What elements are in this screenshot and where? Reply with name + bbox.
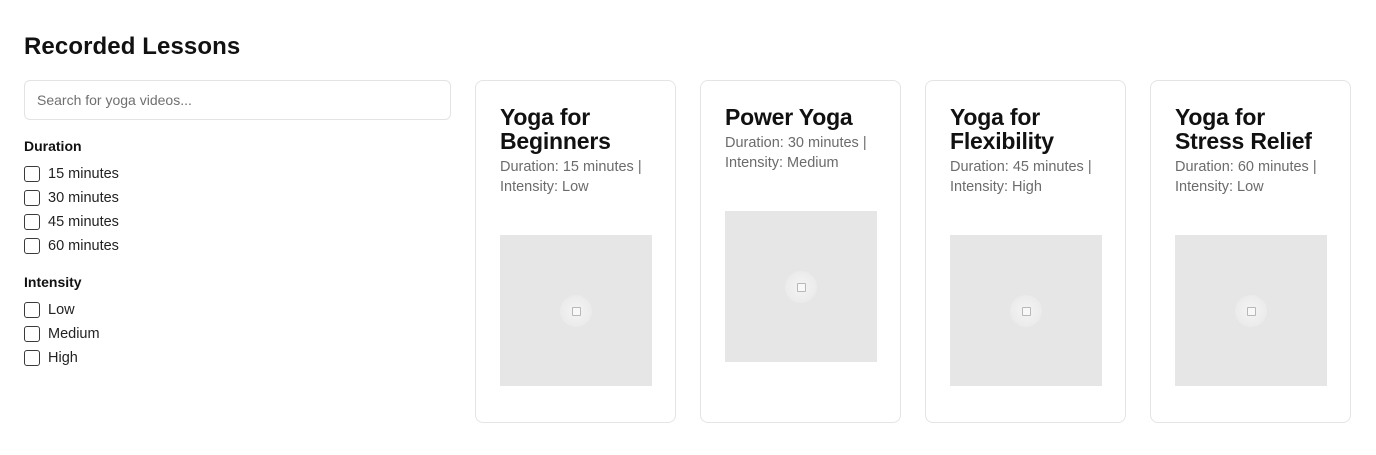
- lesson-meta: Duration: 60 minutes | Intensity: Low: [1175, 159, 1317, 195]
- search-input[interactable]: [24, 80, 451, 120]
- lesson-card[interactable]: Yoga for Flexibility Duration: 45 minute…: [925, 80, 1126, 423]
- duration-option-label: 60 minutes: [48, 238, 119, 254]
- image-placeholder-icon: [1235, 294, 1267, 327]
- duration-option-label: 30 minutes: [48, 190, 119, 206]
- lesson-meta: Duration: 30 minutes | Intensity: Medium: [725, 135, 867, 171]
- intensity-medium-checkbox[interactable]: [24, 326, 40, 342]
- duration-option-60[interactable]: 60 minutes: [24, 234, 451, 258]
- lesson-thumbnail[interactable]: [725, 211, 877, 362]
- lesson-thumbnail[interactable]: [1175, 235, 1327, 386]
- lesson-meta: Duration: 15 minutes | Intensity: Low: [500, 159, 642, 195]
- duration-option-label: 45 minutes: [48, 214, 119, 230]
- intensity-option-high[interactable]: High: [24, 346, 451, 370]
- duration-60-checkbox[interactable]: [24, 238, 40, 254]
- lesson-card[interactable]: Yoga for Stress Relief Duration: 60 minu…: [1150, 80, 1351, 423]
- duration-15-checkbox[interactable]: [24, 166, 40, 182]
- duration-45-checkbox[interactable]: [24, 214, 40, 230]
- intensity-option-label: High: [48, 350, 78, 366]
- duration-filter-group: Duration 15 minutes 30 minutes 45 minute…: [24, 136, 451, 258]
- duration-30-checkbox[interactable]: [24, 190, 40, 206]
- intensity-filter-heading: Intensity: [24, 274, 82, 290]
- lesson-card-grid: Yoga for Beginners Duration: 15 minutes …: [475, 80, 1351, 423]
- intensity-high-checkbox[interactable]: [24, 350, 40, 366]
- intensity-option-low[interactable]: Low: [24, 298, 451, 322]
- duration-filter-heading: Duration: [24, 138, 82, 154]
- lesson-meta: Duration: 45 minutes | Intensity: High: [950, 159, 1092, 195]
- lesson-title: Power Yoga: [725, 104, 853, 130]
- filter-sidebar: Duration 15 minutes 30 minutes 45 minute…: [24, 80, 451, 370]
- image-placeholder-icon: [560, 294, 592, 327]
- intensity-filter-group: Intensity Low Medium High: [24, 272, 451, 370]
- duration-option-15[interactable]: 15 minutes: [24, 162, 451, 186]
- lesson-title: Yoga for Beginners: [500, 104, 611, 154]
- duration-option-45[interactable]: 45 minutes: [24, 210, 451, 234]
- intensity-low-checkbox[interactable]: [24, 302, 40, 318]
- duration-option-30[interactable]: 30 minutes: [24, 186, 451, 210]
- intensity-option-label: Medium: [48, 326, 100, 342]
- lesson-card[interactable]: Power Yoga Duration: 30 minutes | Intens…: [700, 80, 901, 423]
- lesson-title: Yoga for Stress Relief: [1175, 104, 1312, 154]
- intensity-option-medium[interactable]: Medium: [24, 322, 451, 346]
- intensity-option-label: Low: [48, 302, 75, 318]
- page-title: Recorded Lessons: [24, 33, 241, 60]
- lesson-card[interactable]: Yoga for Beginners Duration: 15 minutes …: [475, 80, 676, 423]
- lesson-thumbnail[interactable]: [500, 235, 652, 386]
- image-placeholder-icon: [1010, 294, 1042, 327]
- duration-option-label: 15 minutes: [48, 166, 119, 182]
- lesson-title: Yoga for Flexibility: [950, 104, 1054, 154]
- image-placeholder-icon: [785, 270, 817, 303]
- lesson-thumbnail[interactable]: [950, 235, 1102, 386]
